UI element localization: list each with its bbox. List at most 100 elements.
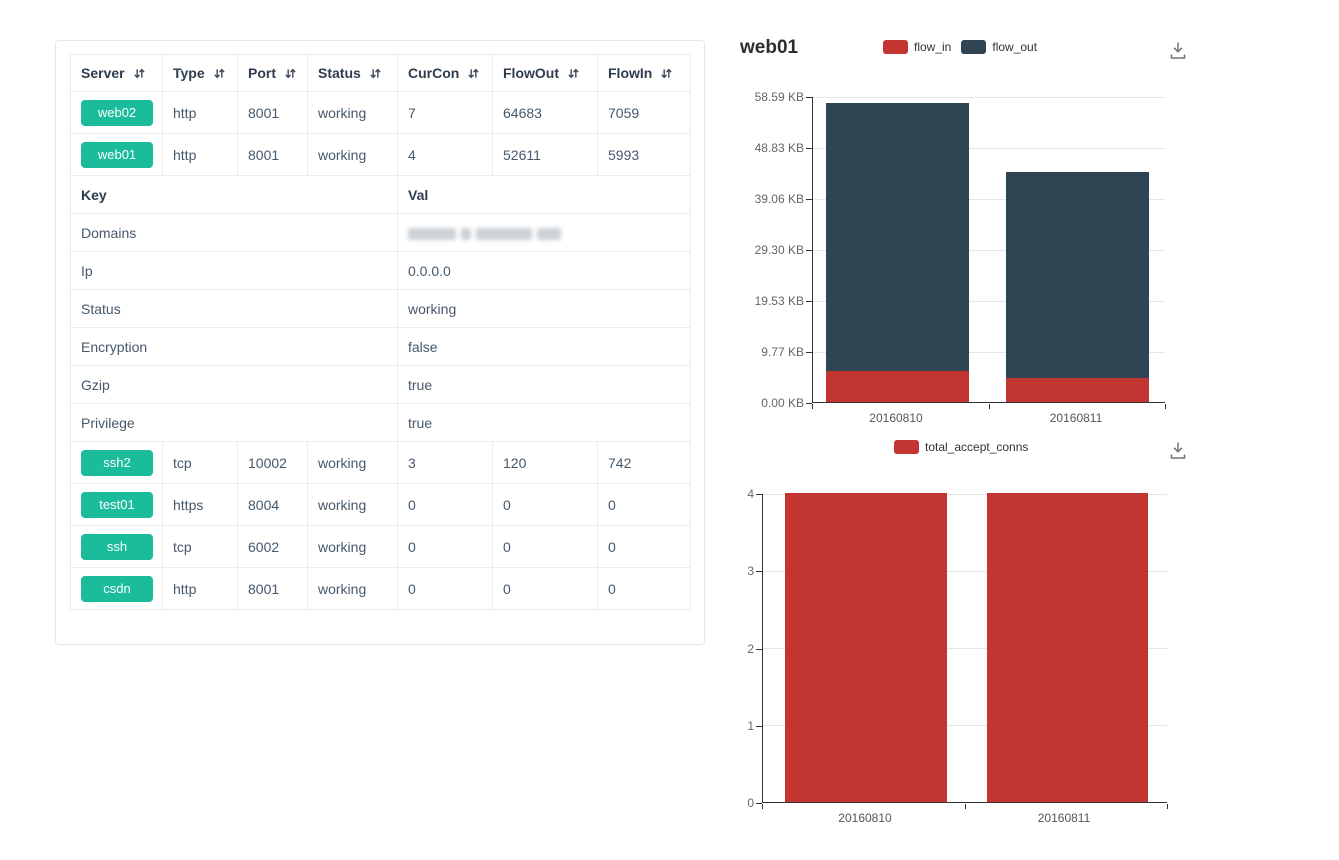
column-header-flowout[interactable]: FlowOut [493, 55, 598, 92]
status-cell: working [308, 568, 398, 610]
x-axis-tick [812, 404, 813, 409]
legend-label: flow_in [914, 40, 951, 54]
x-axis-label: 20160810 [846, 411, 946, 425]
x-axis-tick [1165, 404, 1166, 409]
detail-val-cell: true [398, 404, 691, 442]
y-axis-label: 2 [720, 642, 754, 656]
column-header-label: FlowIn [608, 65, 652, 81]
val-header-cell: Val [398, 176, 691, 214]
y-axis-label: 29.30 KB [720, 243, 804, 257]
chart-plot [762, 494, 1167, 803]
status-cell: working [308, 526, 398, 568]
chart-plot [812, 97, 1165, 403]
legend-item-total_accept_conns[interactable]: total_accept_conns [894, 440, 1028, 454]
server-badge[interactable]: csdn [81, 576, 153, 602]
table-row: sshtcp6002working000 [71, 526, 691, 568]
detail-row: Ip0.0.0.0 [71, 252, 691, 290]
x-axis-tick [965, 804, 966, 809]
y-axis-label: 39.06 KB [720, 192, 804, 206]
chart-title: web01 [740, 37, 798, 59]
flowin-cell: 0 [598, 484, 691, 526]
y-axis-tick [806, 250, 812, 251]
sort-arrows-icon [133, 67, 146, 80]
curcon-cell: 0 [398, 526, 493, 568]
x-axis-tick [762, 804, 763, 809]
flowin-cell: 5993 [598, 134, 691, 176]
blur-block [408, 228, 456, 240]
bar-segment-flow_in [1006, 378, 1149, 402]
server-cell: ssh2 [71, 442, 163, 484]
flowout-cell: 0 [493, 526, 598, 568]
detail-row: Statusworking [71, 290, 691, 328]
detail-val-cell: false [398, 328, 691, 366]
save-as-image-icon[interactable] [1166, 438, 1190, 462]
curcon-cell: 0 [398, 568, 493, 610]
server-badge[interactable]: web02 [81, 100, 153, 126]
y-axis-tick [756, 649, 762, 650]
sort-arrows-icon [467, 67, 480, 80]
server-badge[interactable]: test01 [81, 492, 153, 518]
table-header: Server Type Port StatusCurConFlowOut FlowIn [71, 55, 691, 92]
y-axis-tick [756, 571, 762, 572]
column-header-flowin[interactable]: FlowIn [598, 55, 691, 92]
column-header-port[interactable]: Port [238, 55, 308, 92]
port-cell: 8001 [238, 134, 308, 176]
legend-item-flow_in[interactable]: flow_in [883, 40, 951, 54]
x-axis-label: 20160810 [815, 811, 915, 825]
column-header-type[interactable]: Type [163, 55, 238, 92]
flowout-cell: 0 [493, 484, 598, 526]
curcon-cell: 3 [398, 442, 493, 484]
port-cell: 8001 [238, 568, 308, 610]
bar-segment-flow_in [826, 371, 969, 402]
detail-row: Domains [71, 214, 691, 252]
detail-header-row: KeyVal [71, 176, 691, 214]
column-header-label: Type [173, 65, 205, 81]
legend-swatch [883, 40, 908, 54]
column-header-status[interactable]: Status [308, 55, 398, 92]
blur-block [537, 228, 561, 240]
detail-row: Gziptrue [71, 366, 691, 404]
server-table: ServerTypePortStatusCurConFlowOutFlowIn … [70, 54, 691, 610]
server-cell: ssh [71, 526, 163, 568]
detail-row: Encryptionfalse [71, 328, 691, 366]
y-axis-label: 4 [720, 487, 754, 501]
server-table-card: ServerTypePortStatusCurConFlowOutFlowIn … [55, 40, 705, 645]
server-badge[interactable]: ssh2 [81, 450, 153, 476]
curcon-cell: 7 [398, 92, 493, 134]
y-axis-tick [806, 97, 812, 98]
column-header-server[interactable]: Server [71, 55, 163, 92]
sort-arrows-icon [369, 67, 382, 80]
server-badge[interactable]: web01 [81, 142, 153, 168]
save-as-image-icon[interactable] [1166, 38, 1190, 62]
y-axis-label: 58.59 KB [720, 90, 804, 104]
detail-val-cell [398, 214, 691, 252]
status-cell: working [308, 484, 398, 526]
legend-item-flow_out[interactable]: flow_out [961, 40, 1037, 54]
server-cell: test01 [71, 484, 163, 526]
server-badge[interactable]: ssh [81, 534, 153, 560]
detail-key-cell: Encryption [71, 328, 398, 366]
y-axis-tick [806, 352, 812, 353]
table-row: ssh2tcp10002working3120742 [71, 442, 691, 484]
column-header-label: Port [248, 65, 276, 81]
port-cell: 10002 [238, 442, 308, 484]
detail-row: Privilegetrue [71, 404, 691, 442]
type-cell: http [163, 568, 238, 610]
port-cell: 8004 [238, 484, 308, 526]
table-row: web02http8001working7646837059 [71, 92, 691, 134]
flowin-cell: 7059 [598, 92, 691, 134]
gridline [813, 97, 1165, 98]
column-header-curcon[interactable]: CurCon [398, 55, 493, 92]
port-cell: 6002 [238, 526, 308, 568]
legend-swatch [961, 40, 986, 54]
legend-swatch [894, 440, 919, 454]
detail-val-cell: true [398, 366, 691, 404]
flowout-cell: 120 [493, 442, 598, 484]
status-cell: working [308, 134, 398, 176]
flowin-cell: 0 [598, 568, 691, 610]
server-cell: web01 [71, 134, 163, 176]
detail-key-cell: Domains [71, 214, 398, 252]
y-axis-label: 9.77 KB [720, 345, 804, 359]
curcon-cell: 0 [398, 484, 493, 526]
legend-label: flow_out [992, 40, 1037, 54]
